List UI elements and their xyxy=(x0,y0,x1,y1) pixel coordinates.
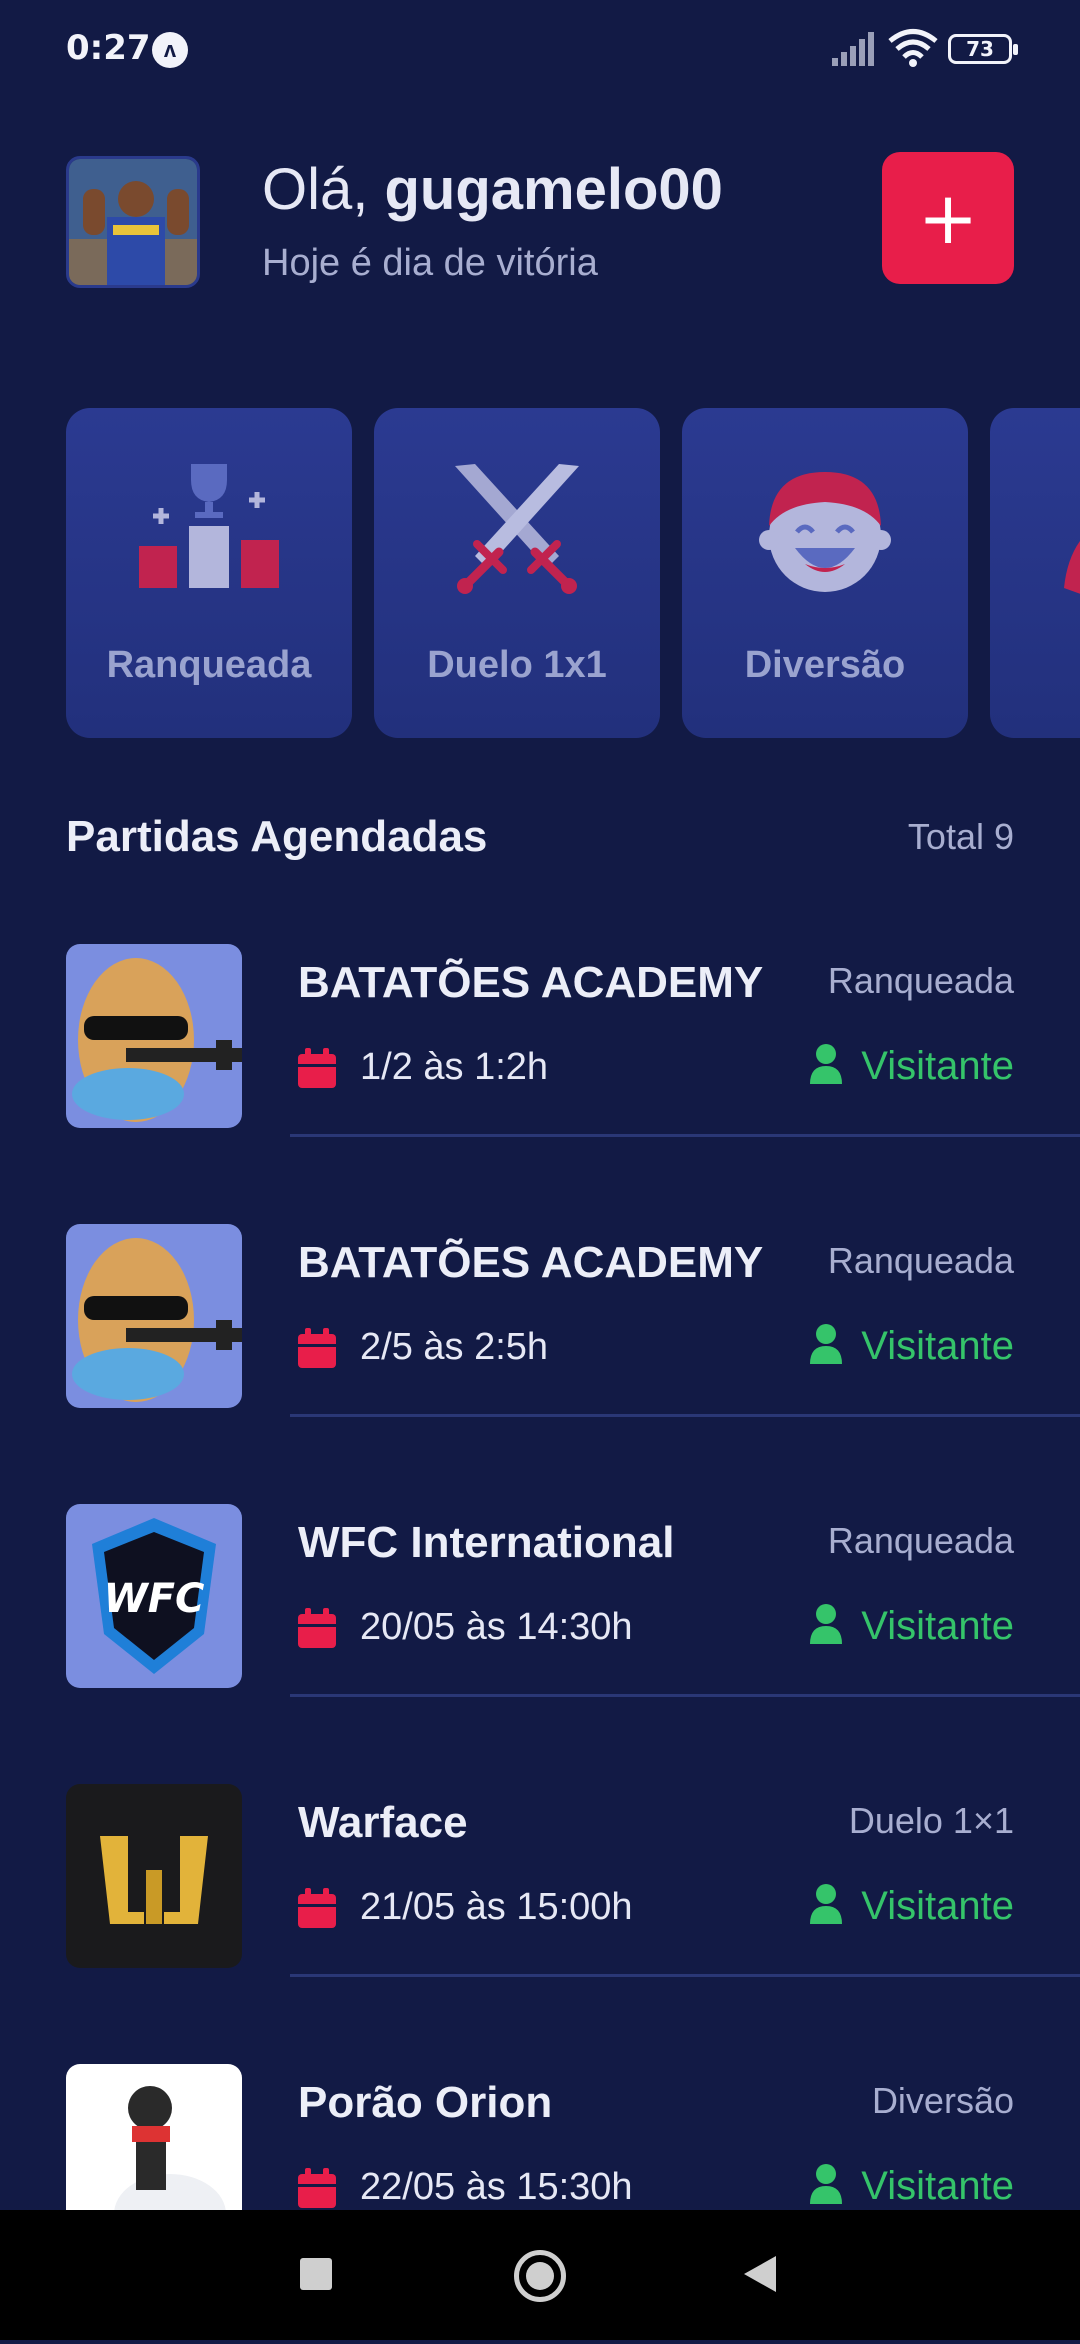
match-role: Visitante xyxy=(861,1324,1014,1368)
system-nav-bar xyxy=(0,2210,1080,2340)
divider xyxy=(290,1414,1080,1417)
wifi-icon xyxy=(888,29,938,67)
category-card-diversao[interactable]: Diversão xyxy=(682,408,968,738)
battery-level: 73 xyxy=(966,37,994,61)
divider xyxy=(290,1134,1080,1137)
team-name: BATATÕES ACADEMY xyxy=(298,1238,764,1287)
team-logo-warface xyxy=(66,1784,242,1968)
crossed-swords-icon xyxy=(455,464,579,594)
category-card-partial[interactable] xyxy=(990,408,1080,738)
status-time: 0:27 xyxy=(66,28,151,68)
category-label: Ranqueada xyxy=(106,644,312,686)
greeting-prefix: Olá, xyxy=(262,157,385,222)
match-date: 2/5 às 2:5h xyxy=(360,1326,549,1368)
scheduled-matches-total: Total 9 xyxy=(907,816,1014,857)
category-label: Diversão xyxy=(744,644,906,686)
team-logo-potato xyxy=(66,944,242,1128)
username: gugamelo00 xyxy=(384,157,723,222)
recents-button[interactable] xyxy=(300,2258,332,2290)
team-name: Warface xyxy=(298,1798,468,1847)
wfc-logo-text: WFC xyxy=(104,1576,205,1622)
user-avatar[interactable] xyxy=(66,156,200,288)
person-icon xyxy=(810,1604,842,1644)
signal-icon xyxy=(832,32,874,66)
calendar-icon xyxy=(298,1888,336,1928)
match-mode: Duelo 1×1 xyxy=(848,1800,1014,1841)
category-carousel[interactable]: Ranqueada Duelo 1x1 Diversão xyxy=(66,408,1080,738)
match-date: 22/05 às 15:30h xyxy=(360,2166,633,2208)
match-date: 21/05 às 15:00h xyxy=(360,1886,633,1928)
person-icon xyxy=(810,1884,842,1924)
match-mode: Ranqueada xyxy=(827,1520,1014,1561)
match-role: Visitante xyxy=(861,1604,1014,1648)
person-icon xyxy=(810,1324,842,1364)
battery-icon: 73 xyxy=(948,34,1018,64)
laughing-face-icon xyxy=(759,472,891,592)
calendar-icon xyxy=(298,1608,336,1648)
divider xyxy=(290,1694,1080,1697)
match-date: 20/05 às 14:30h xyxy=(360,1606,633,1648)
team-logo-wfc: WFC xyxy=(66,1504,242,1688)
add-match-button[interactable]: + xyxy=(882,152,1014,284)
match-list-item[interactable]: BATATÕES ACADEMY Ranqueada 1/2 às 1:2h V… xyxy=(0,944,1080,1224)
calendar-icon xyxy=(298,1048,336,1088)
greeting-subtitle: Hoje é dia de vitória xyxy=(262,242,598,284)
scheduled-matches-title: Partidas Agendadas xyxy=(66,812,488,861)
team-name: BATATÕES ACADEMY xyxy=(298,958,764,1007)
calendar-icon xyxy=(298,2168,336,2208)
home-button[interactable] xyxy=(514,2250,566,2302)
match-role: Visitante xyxy=(861,1044,1014,1088)
match-list-item[interactable]: WFC WFC International Ranqueada 20/05 às… xyxy=(0,1504,1080,1784)
match-date: 1/2 às 1:2h xyxy=(360,1046,549,1088)
match-mode: Ranqueada xyxy=(827,1240,1014,1281)
match-role: Visitante xyxy=(861,2164,1014,2208)
match-role: Visitante xyxy=(861,1884,1014,1928)
greeting: Olá, gugamelo00 xyxy=(262,156,723,223)
person-icon xyxy=(810,1044,842,1084)
team-name: WFC International xyxy=(298,1518,675,1567)
category-card-ranqueada[interactable]: Ranqueada xyxy=(66,408,352,738)
divider xyxy=(290,1974,1080,1977)
match-list-item[interactable]: BATATÕES ACADEMY Ranqueada 2/5 às 2:5h V… xyxy=(0,1224,1080,1504)
match-mode: Ranqueada xyxy=(827,960,1014,1001)
partial-category-icon xyxy=(1064,541,1080,594)
back-button[interactable] xyxy=(744,2256,776,2292)
match-list-item[interactable]: Warface Duelo 1×1 21/05 às 15:00h Visita… xyxy=(0,1784,1080,2064)
category-label: Duelo 1x1 xyxy=(427,644,607,686)
person-icon xyxy=(810,2164,842,2204)
app-notification-icon: ʌ xyxy=(152,32,188,68)
team-name: Porão Orion xyxy=(298,2078,553,2127)
calendar-icon xyxy=(298,1328,336,1368)
team-logo-potato xyxy=(66,1224,242,1408)
match-mode: Diversão xyxy=(871,2080,1014,2121)
status-bar: 0:27 ʌ 73 xyxy=(0,0,1080,100)
trophy-podium-icon xyxy=(139,464,279,588)
category-card-duelo[interactable]: Duelo 1x1 xyxy=(374,408,660,738)
